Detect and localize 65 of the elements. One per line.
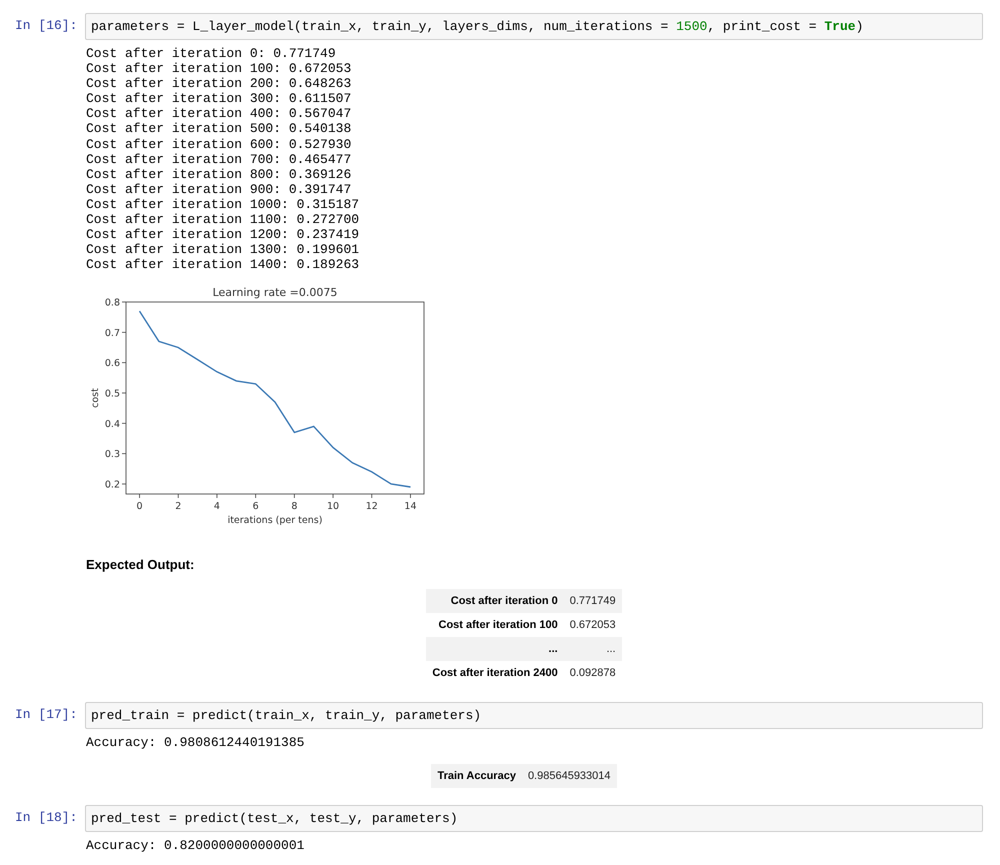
output-line: Cost after iteration 800: 0.369126 — [86, 166, 352, 182]
output-line: Cost after iteration 100: 0.672053 — [86, 61, 352, 76]
output-line: Cost after iteration 700: 0.465477 — [86, 152, 352, 167]
y-tick-label: 0.8 — [104, 298, 120, 309]
code-cell-input[interactable]: pred_train = predict(train_x, train_y, parameters) — [85, 702, 983, 729]
x-tick: 6 — [252, 494, 259, 512]
output-line: Cost after iteration 1100: 0.272700 — [86, 212, 360, 228]
y-tick-label: 0.5 — [104, 388, 120, 400]
output-line: Cost after iteration 500: 0.540138 — [86, 121, 352, 137]
table-cell: Train Accuracy — [431, 764, 522, 788]
x-tick: 14 — [404, 494, 416, 512]
x-tick-label: 6 — [252, 501, 259, 512]
expected-output-heading: Expected Output: — [86, 556, 194, 574]
x-tick: 8 — [291, 494, 298, 512]
output-line: Accuracy: 0.8200000000000001 — [86, 838, 304, 854]
cell-prompt: In [18]: — [15, 810, 78, 825]
y-tick: 0.3 — [104, 450, 126, 461]
x-tick: 10 — [327, 494, 340, 512]
y-tick: 0.7 — [104, 328, 126, 340]
y-tick-label: 0.7 — [104, 328, 120, 340]
x-tick-label: 0 — [136, 501, 143, 512]
y-tick-label: 0.4 — [104, 419, 120, 430]
output-line: Cost after iteration 0: 0.771749 — [86, 46, 336, 62]
output-line: Cost after iteration 1200: 0.237419 — [86, 227, 360, 242]
cell-prompt: In [16]: — [15, 18, 78, 33]
x-tick: 0 — [136, 494, 143, 512]
output-line: Cost after iteration 400: 0.567047 — [86, 106, 352, 122]
output-line: Cost after iteration 1300: 0.199601 — [86, 242, 360, 258]
output-line: Cost after iteration 200: 0.648263 — [86, 76, 352, 92]
x-tick-label: 2 — [175, 501, 182, 512]
output-line: Cost after iteration 900: 0.391747 — [86, 182, 352, 197]
x-axis-label: iterations (per tens) — [228, 515, 322, 526]
output-line: Cost after iteration 1000: 0.315187 — [86, 196, 360, 212]
y-axis-label: cost — [90, 388, 101, 408]
output-line: Cost after iteration 600: 0.527930 — [86, 136, 352, 152]
x-tick: 2 — [175, 494, 182, 512]
y-tick-label: 0.6 — [104, 358, 120, 370]
table-cell: Cost after iteration 100 — [426, 612, 564, 637]
output-line: Cost after iteration 300: 0.611507 — [86, 91, 352, 106]
x-tick: 12 — [366, 494, 378, 512]
chart-title: Learning rate =0.0075 — [212, 286, 338, 300]
cell-prompt: In [17]: — [15, 706, 78, 722]
y-tick: 0.6 — [104, 358, 126, 370]
output-line: Accuracy: 0.9808612440191385 — [86, 734, 304, 750]
table-cell: 0.771749 — [564, 588, 622, 613]
table-cell: ... — [426, 636, 564, 661]
y-tick: 0.8 — [104, 298, 126, 309]
y-tick-label: 0.2 — [104, 480, 120, 491]
x-tick-label: 12 — [366, 501, 378, 512]
x-tick-label: 4 — [214, 501, 220, 512]
y-tick: 0.2 — [104, 480, 126, 491]
y-tick-label: 0.3 — [104, 450, 120, 461]
code-cell-input[interactable]: pred_test = predict(test_x, test_y, parameters) — [85, 805, 983, 832]
output-line: Cost after iteration 1400: 0.189263 — [86, 257, 360, 272]
table-cell: 0.672053 — [564, 612, 622, 637]
y-tick: 0.4 — [104, 419, 126, 430]
x-tick-label: 8 — [291, 501, 298, 512]
x-tick-label: 10 — [327, 501, 340, 512]
table-cell: Cost after iteration 0 — [426, 588, 564, 613]
table-cell: 0.985645933014 — [522, 764, 617, 788]
table-cell: ... — [564, 636, 622, 661]
x-tick-label: 14 — [404, 501, 416, 512]
x-tick: 4 — [214, 494, 220, 512]
y-tick: 0.5 — [104, 388, 126, 400]
code-cell-input[interactable]: parameters = L_layer_model(train_x, train_y, layers_dims, num_iterations = 1500, print_cost = True) — [85, 13, 983, 40]
